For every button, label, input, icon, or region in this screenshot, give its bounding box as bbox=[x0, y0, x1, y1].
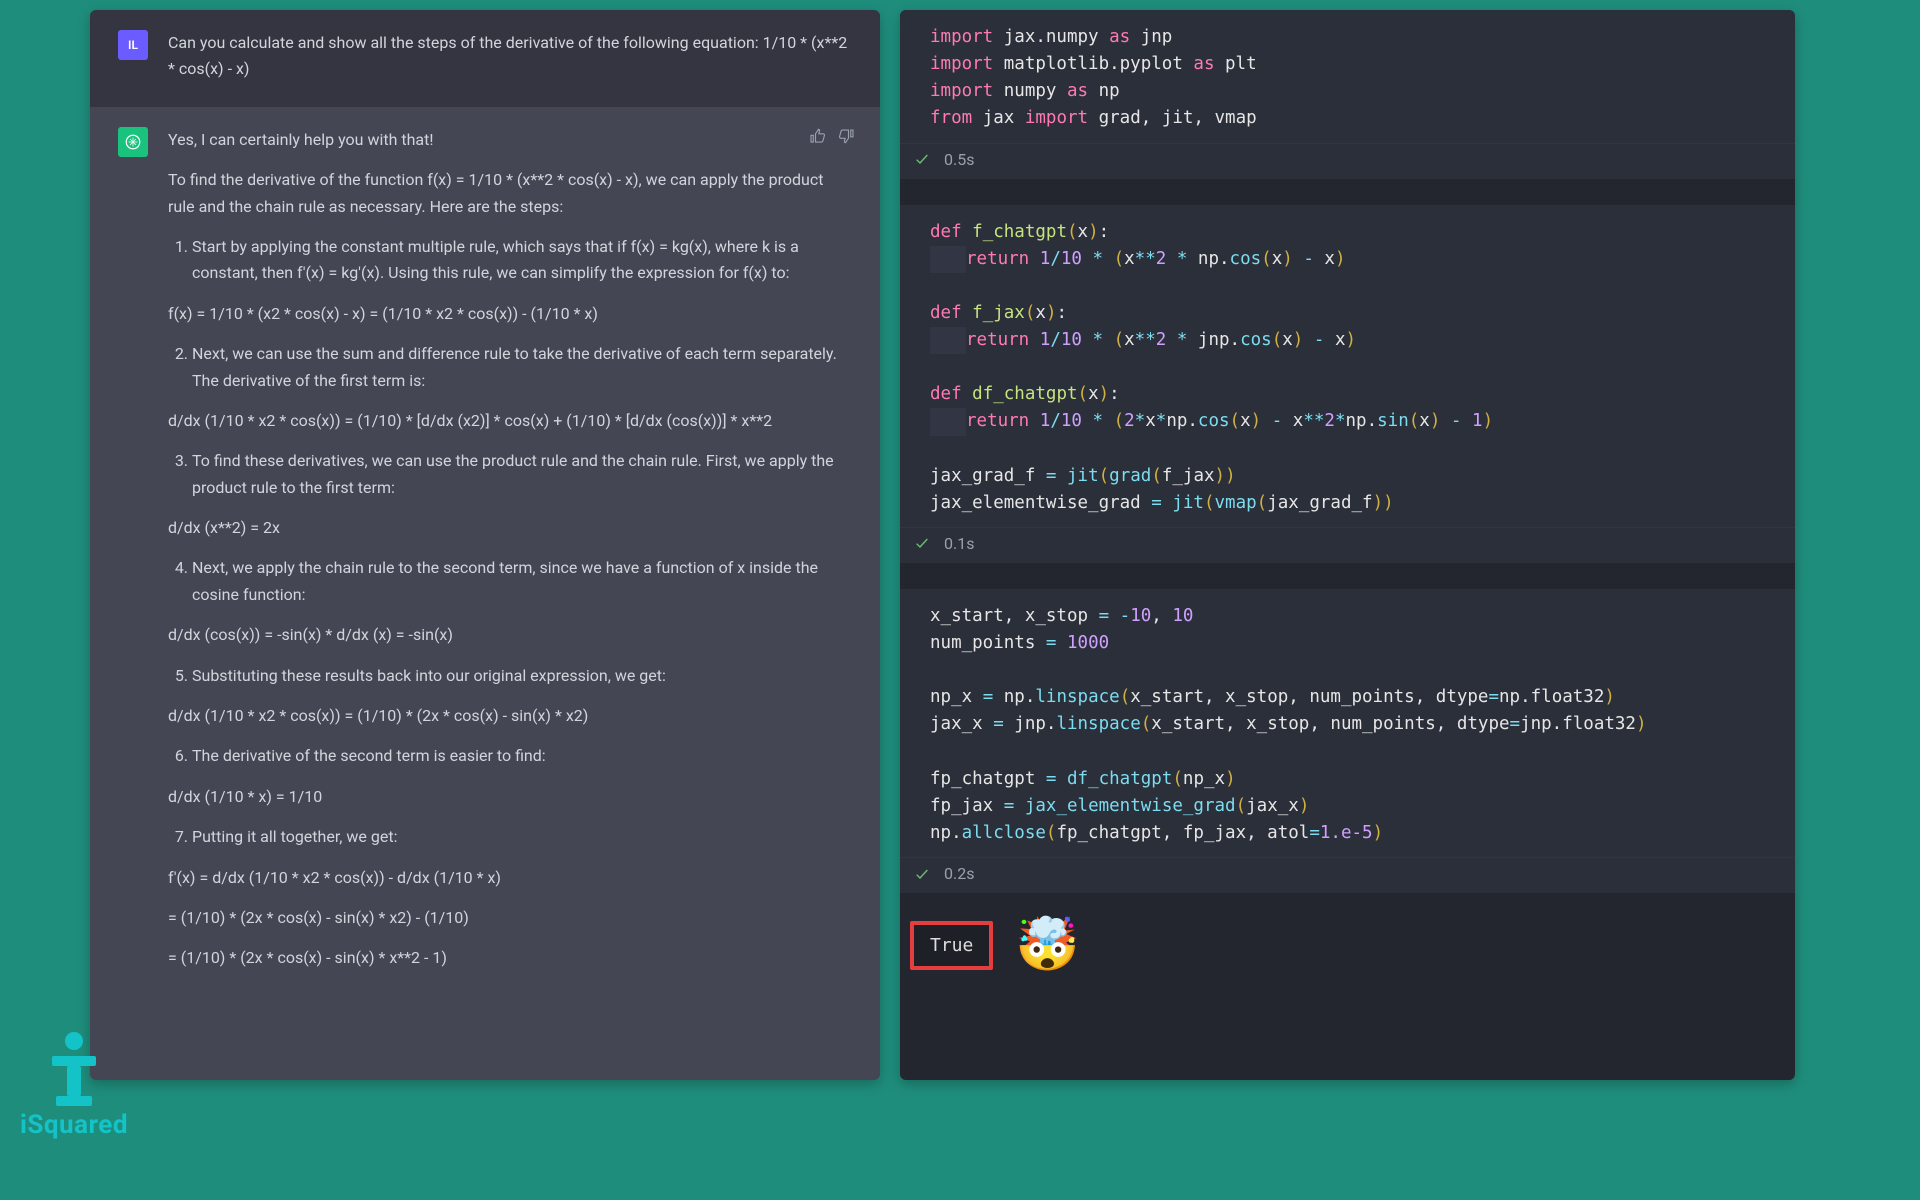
isquared-logo: iSquared bbox=[20, 1032, 128, 1140]
ai-message-body: Yes, I can certainly help you with that!… bbox=[168, 127, 852, 1063]
step-1: Start by applying the constant multiple … bbox=[192, 234, 852, 287]
cell-3-time-text: 0.2s bbox=[944, 864, 974, 883]
equation-7b: = (1/10) * (2x * cos(x) - sin(x) * x2) -… bbox=[168, 905, 852, 931]
step-5: Substituting these results back into our… bbox=[192, 663, 852, 689]
cell-1-time-text: 0.5s bbox=[944, 150, 974, 169]
step-2: Next, we can use the sum and difference … bbox=[192, 341, 852, 394]
user-avatar: IL bbox=[118, 30, 148, 60]
code-cell-2[interactable]: def f_chatgpt(x): return 1/10 * (x**2 * … bbox=[900, 205, 1795, 563]
equation-1: f(x) = 1/10 * (x2 * cos(x) - x) = (1/10 … bbox=[168, 301, 852, 327]
feedback-buttons bbox=[808, 127, 856, 149]
equation-2: d/dx (1/10 * x2 * cos(x)) = (1/10) * [d/… bbox=[168, 408, 852, 434]
code-block-2: def f_chatgpt(x): return 1/10 * (x**2 * … bbox=[900, 219, 1795, 527]
code-cell-3[interactable]: x_start, x_stop = -10, 10 num_points = 1… bbox=[900, 589, 1795, 893]
logo-glyph bbox=[52, 1032, 96, 1106]
notebook-panel: import jax.numpy as jnp import matplotli… bbox=[900, 10, 1795, 1080]
check-icon bbox=[914, 151, 930, 167]
equation-3: d/dx (x**2) = 2x bbox=[168, 515, 852, 541]
equation-7a: f'(x) = d/dx (1/10 * x2 * cos(x)) - d/dx… bbox=[168, 865, 852, 891]
step-4: Next, we apply the chain rule to the sec… bbox=[192, 555, 852, 608]
ai-avatar bbox=[118, 127, 148, 157]
step-3: To find these derivatives, we can use th… bbox=[192, 448, 852, 501]
output-true-box: True bbox=[910, 921, 993, 970]
code-block-3: x_start, x_stop = -10, 10 num_points = 1… bbox=[900, 603, 1795, 857]
user-message-row: IL Can you calculate and show all the st… bbox=[90, 10, 880, 107]
equation-4: d/dx (cos(x)) = -sin(x) * d/dx (x) = -si… bbox=[168, 622, 852, 648]
check-icon bbox=[914, 866, 930, 882]
cell-2-time-text: 0.1s bbox=[944, 534, 974, 553]
ai-intro: Yes, I can certainly help you with that! bbox=[168, 127, 852, 153]
openai-icon bbox=[124, 133, 142, 151]
user-message-text: Can you calculate and show all the steps… bbox=[168, 30, 852, 83]
thumbs-down-icon[interactable] bbox=[838, 127, 856, 149]
check-icon bbox=[914, 535, 930, 551]
code-block-1: import jax.numpy as jnp import matplotli… bbox=[900, 24, 1795, 143]
step-7: Putting it all together, we get: bbox=[192, 824, 852, 850]
code-cell-1[interactable]: import jax.numpy as jnp import matplotli… bbox=[900, 10, 1795, 179]
cell-3-timing: 0.2s bbox=[900, 857, 1795, 893]
ai-message-row: Yes, I can certainly help you with that!… bbox=[90, 107, 880, 1080]
cell-1-timing: 0.5s bbox=[900, 143, 1795, 179]
thumbs-up-icon[interactable] bbox=[808, 127, 826, 149]
chat-panel: IL Can you calculate and show all the st… bbox=[90, 10, 880, 1080]
equation-6: d/dx (1/10 * x) = 1/10 bbox=[168, 784, 852, 810]
equation-7c: = (1/10) * (2x * cos(x) - sin(x) * x**2 … bbox=[168, 945, 852, 971]
equation-5: d/dx (1/10 * x2 * cos(x)) = (1/10) * (2x… bbox=[168, 703, 852, 729]
ai-explain: To find the derivative of the function f… bbox=[168, 167, 852, 220]
step-6: The derivative of the second term is eas… bbox=[192, 743, 852, 769]
mind-blown-emoji: 🤯 bbox=[1015, 919, 1080, 971]
cell-2-timing: 0.1s bbox=[900, 527, 1795, 563]
cell-3-output: True 🤯 bbox=[910, 919, 1795, 971]
logo-text: iSquared bbox=[20, 1110, 128, 1140]
